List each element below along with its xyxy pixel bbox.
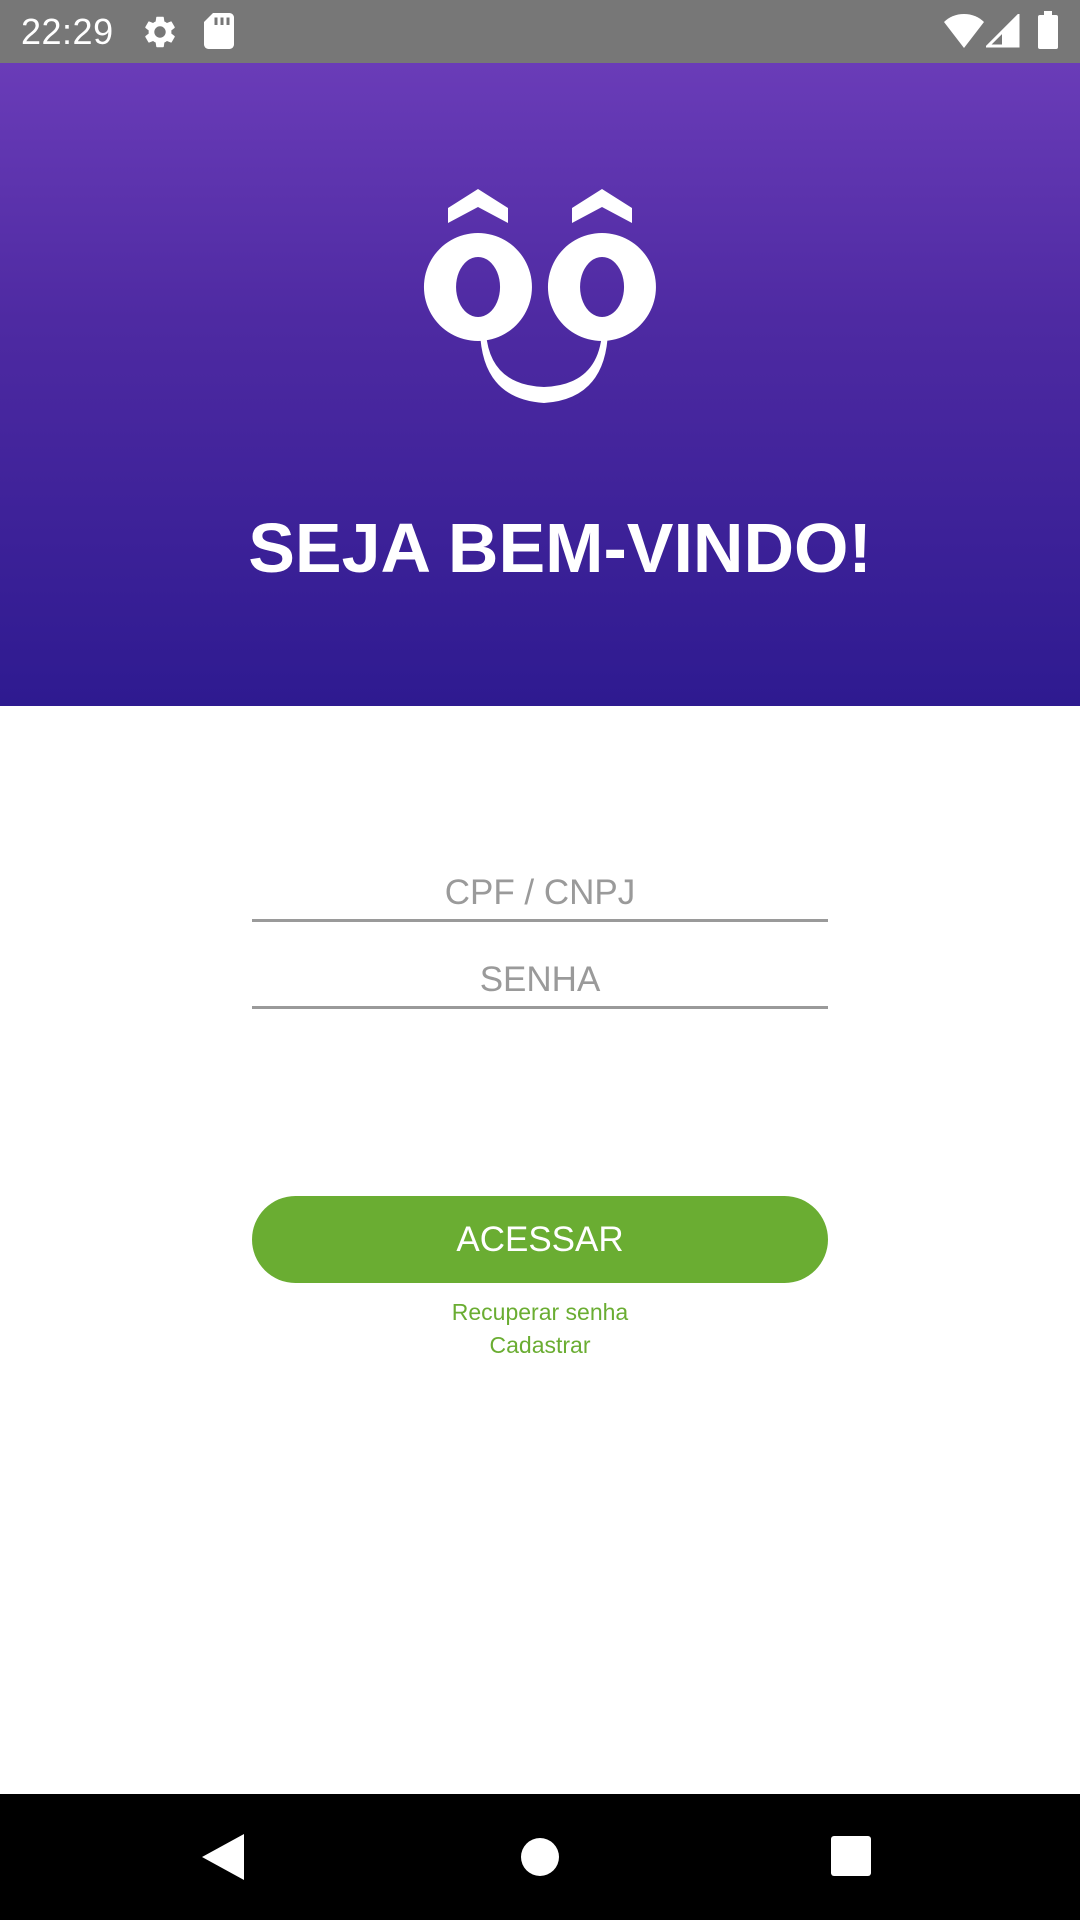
cpf-cnpj-input[interactable] <box>252 866 828 922</box>
status-bar: 22:29 <box>0 0 1080 63</box>
signal-icon <box>984 12 1020 53</box>
back-icon[interactable] <box>202 1834 244 1885</box>
recover-password-link[interactable]: Recuperar senha <box>0 1296 1080 1328</box>
sd-card-icon <box>204 13 234 54</box>
recents-icon[interactable] <box>831 1836 871 1881</box>
register-link[interactable]: Cadastrar <box>0 1329 1080 1361</box>
gear-icon <box>141 13 179 56</box>
acessar-button[interactable]: ACESSAR <box>252 1196 828 1283</box>
navigation-bar <box>0 1794 1080 1920</box>
wifi-icon <box>944 14 984 53</box>
welcome-title: SEJA BEM-VINDO! <box>248 509 872 587</box>
welcome-header: SEJA BEM-VINDO! <box>0 63 1080 706</box>
home-icon[interactable] <box>520 1837 560 1882</box>
smiley-logo-icon <box>410 163 670 403</box>
battery-icon <box>1038 11 1058 54</box>
password-input[interactable] <box>252 953 828 1009</box>
status-time: 22:29 <box>21 11 114 52</box>
